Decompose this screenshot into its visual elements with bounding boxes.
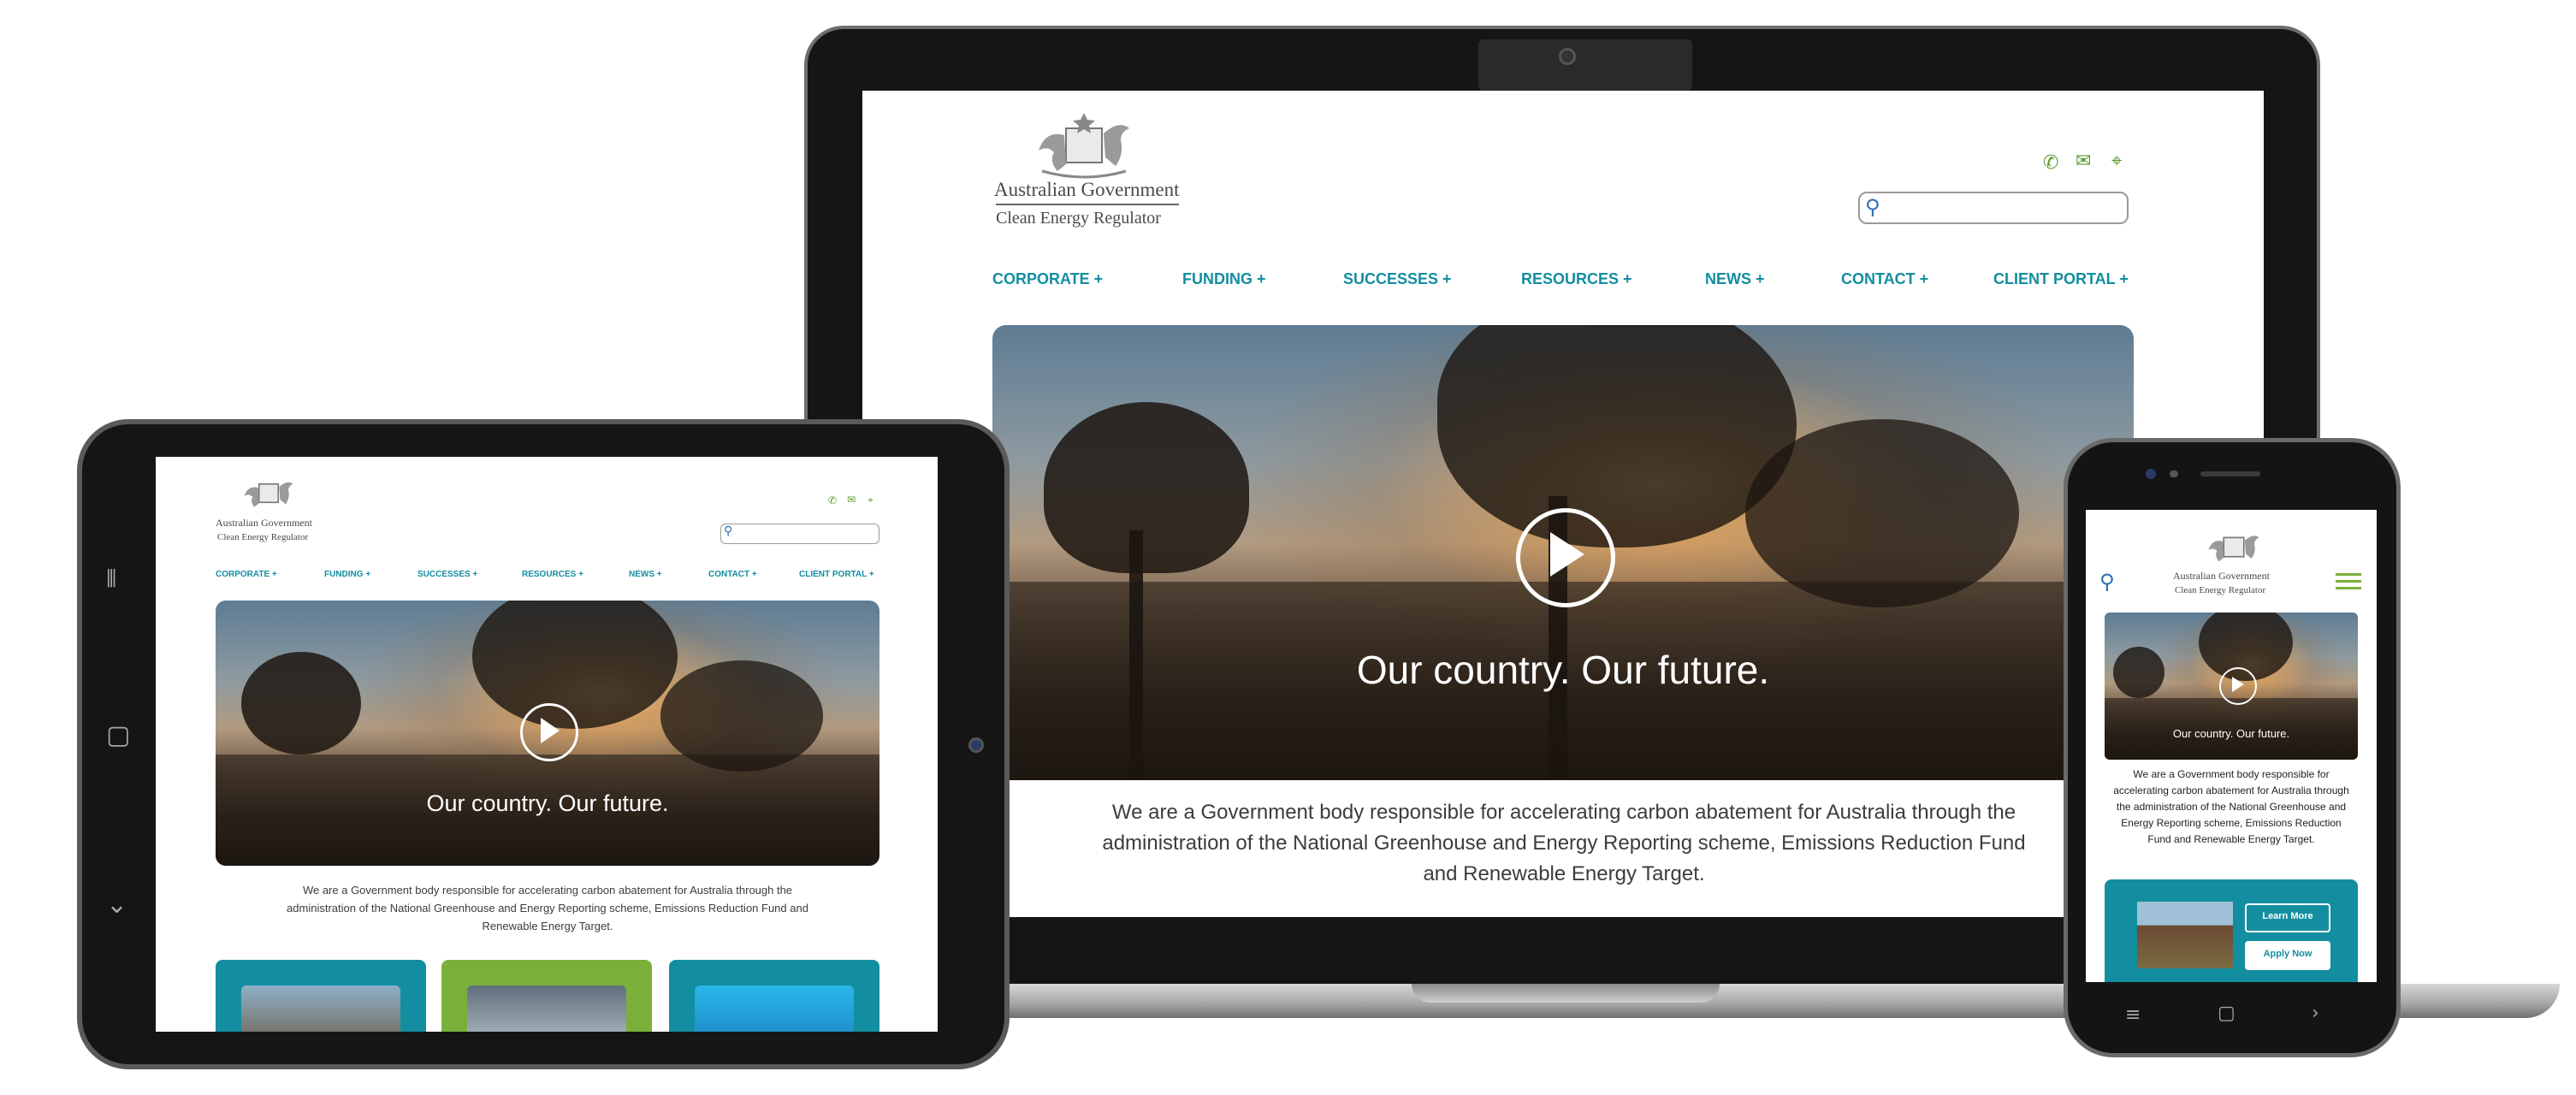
phone-home-icon: ▢ <box>2218 1003 2235 1024</box>
phone-camera-icon <box>2146 469 2156 479</box>
laptop-website: Australian Government Clean Energy Regul… <box>862 91 2264 917</box>
tablet-camera-icon <box>968 737 984 753</box>
hero-caption: Our country. Our future. <box>426 790 669 816</box>
nav-successes[interactable]: SUCCESSES + <box>417 570 477 579</box>
logo-gov-name: Australian Government <box>2173 570 2270 582</box>
home-icon: ▢ <box>106 720 131 750</box>
search-icon[interactable]: ⚲ <box>2099 570 2115 594</box>
nav-client-portal[interactable]: CLIENT PORTAL + <box>799 570 874 579</box>
nav-corporate[interactable]: CORPORATE + <box>216 570 277 579</box>
play-icon <box>1550 532 1584 577</box>
nav-contact[interactable]: CONTACT + <box>708 570 757 579</box>
laptop-camera-notch <box>1478 39 1692 91</box>
feature-card[interactable] <box>669 960 879 1032</box>
nav-corporate[interactable]: CORPORATE + <box>992 270 1103 288</box>
nav-contact[interactable]: CONTACT + <box>1841 270 1928 288</box>
recent-apps-icon: ⦀ <box>106 565 117 593</box>
location-icon[interactable]: ⌖ <box>2111 151 2122 172</box>
nav-news[interactable]: NEWS + <box>629 570 662 579</box>
nav-funding[interactable]: FUNDING + <box>324 570 370 579</box>
nav-funding[interactable]: FUNDING + <box>1182 270 1266 288</box>
search-icon: ⚲ <box>724 524 733 538</box>
logo-gov-name: Australian Government <box>994 179 1180 200</box>
card-image <box>467 986 626 1032</box>
phone-menu-key-icon: ≡ <box>2125 1004 2141 1026</box>
hero-banner: Our country. Our future. <box>992 325 2134 780</box>
nav-resources[interactable]: RESOURCES + <box>522 570 583 579</box>
back-icon: ⌄ <box>106 890 128 920</box>
nav-successes[interactable]: SUCCESSES + <box>1343 270 1452 288</box>
logo-divider <box>996 204 1179 205</box>
search-input[interactable]: ⚲ <box>1858 192 2129 224</box>
mail-icon[interactable]: ✉ <box>847 494 856 506</box>
feature-card[interactable] <box>216 960 426 1032</box>
phone-icon[interactable]: ✆ <box>828 494 837 506</box>
laptop-camera-icon <box>1559 48 1576 65</box>
nav-client-portal[interactable]: CLIENT PORTAL + <box>1993 270 2129 288</box>
search-input[interactable]: ⚲ <box>720 524 879 544</box>
search-icon: ⚲ <box>1865 195 1880 219</box>
card-image <box>695 986 854 1032</box>
tablet-website: Australian Government Clean Energy Regul… <box>156 457 938 1032</box>
feature-card[interactable] <box>441 960 652 1032</box>
logo-agency-name: Clean Energy Regulator <box>2175 585 2266 595</box>
nav-resources[interactable]: RESOURCES + <box>1521 270 1632 288</box>
mail-icon[interactable]: ✉ <box>2076 151 2091 172</box>
intro-text: We are a Government body responsible for… <box>287 884 808 932</box>
phone-speaker <box>2200 471 2260 476</box>
promo-card: Learn More Apply Now <box>2105 879 2358 982</box>
logo-agency-name: Clean Energy Regulator <box>996 209 1161 228</box>
phone-website: ⚲ Australian Government Clean Energy Reg… <box>2086 510 2377 982</box>
intro-text: We are a Government body responsible for… <box>2113 768 2349 845</box>
phone-icon[interactable]: ✆ <box>2043 152 2058 174</box>
phone-back-icon: › <box>2312 1003 2319 1024</box>
learn-more-button[interactable]: Learn More <box>2245 903 2330 932</box>
apply-now-button[interactable]: Apply Now <box>2245 941 2330 970</box>
coat-of-arms-icon <box>244 482 293 507</box>
intro-text: We are a Government body responsible for… <box>1102 801 2026 885</box>
laptop-hinge <box>1412 984 1720 1003</box>
hamburger-menu-icon[interactable] <box>2336 573 2361 589</box>
location-icon[interactable]: ⌖ <box>868 494 873 506</box>
hero-banner: Our country. Our future. <box>2105 613 2358 760</box>
hero-banner: Our country. Our future. <box>216 601 879 866</box>
play-icon <box>541 718 560 743</box>
hero-caption: Our country. Our future. <box>1356 648 1770 692</box>
logo-agency-name: Clean Energy Regulator <box>217 532 309 542</box>
play-icon <box>2232 677 2244 692</box>
nav-news[interactable]: NEWS + <box>1705 270 1765 288</box>
logo-gov-name: Australian Government <box>216 517 312 529</box>
promo-image <box>2137 902 2233 968</box>
coat-of-arms-icon <box>2208 536 2259 562</box>
card-image <box>241 986 400 1032</box>
phone-sensor <box>2170 471 2178 477</box>
coat-of-arms-icon <box>1039 113 1129 179</box>
hero-caption: Our country. Our future. <box>2172 727 2290 740</box>
